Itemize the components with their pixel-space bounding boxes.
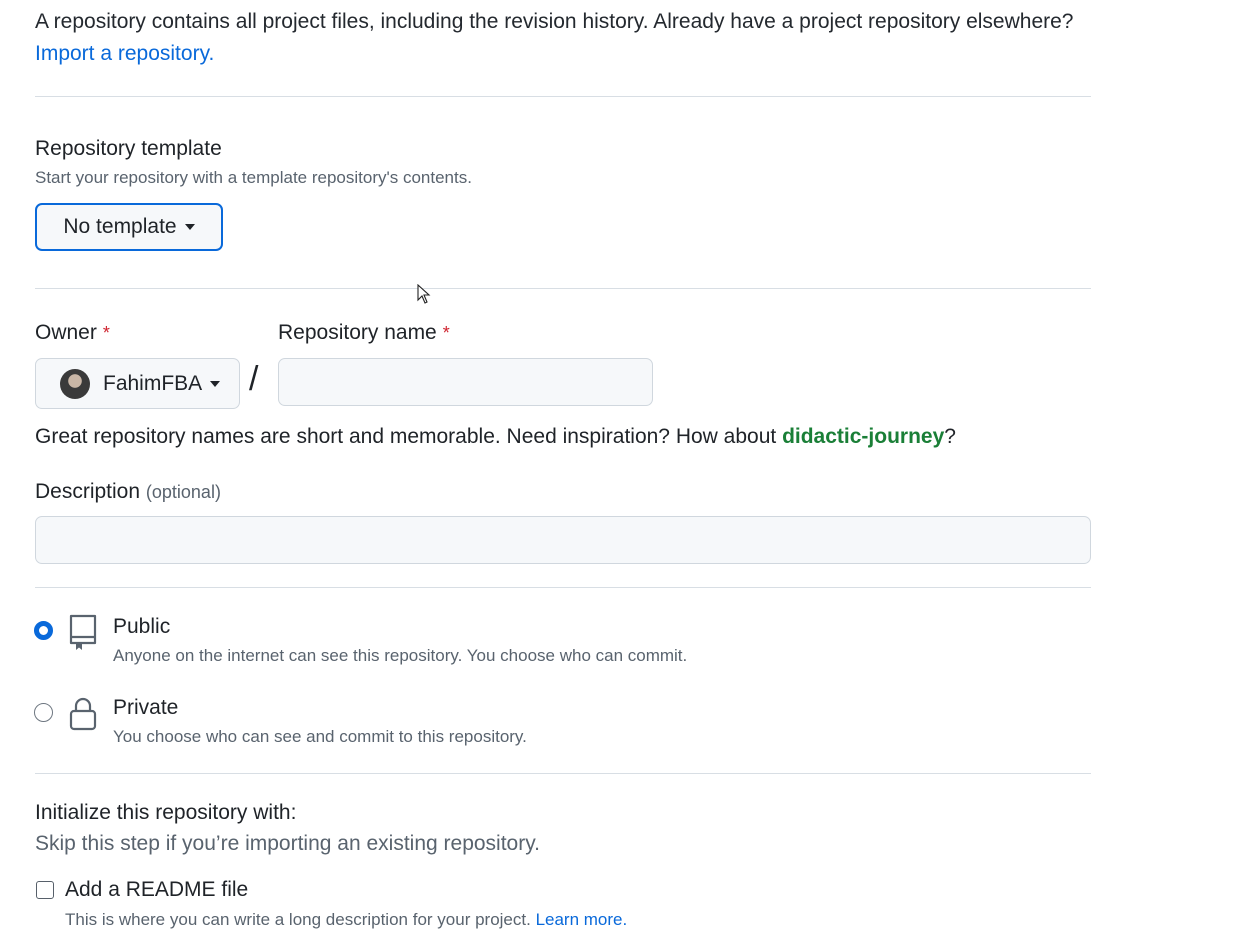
public-title: Public xyxy=(113,615,171,638)
create-repository-form: A repository contains all project files,… xyxy=(0,0,1235,945)
learn-more-link[interactable]: Learn more. xyxy=(536,910,628,929)
caret-down-icon xyxy=(210,380,221,387)
divider xyxy=(35,288,1091,289)
description-input[interactable] xyxy=(35,516,1091,564)
owner-name: FahimFBA xyxy=(103,371,203,395)
public-help: Anyone on the internet can see this repo… xyxy=(113,646,688,665)
avatar xyxy=(60,368,90,399)
required-mark: * xyxy=(442,323,450,343)
init-help: Skip this step if you’re importing an ex… xyxy=(35,832,541,855)
template-button-label: No template xyxy=(63,215,177,238)
caret-down-icon xyxy=(184,224,195,230)
description-label-text: Description xyxy=(35,480,141,503)
init-title: Initialize this repository with: xyxy=(35,801,297,824)
required-mark: * xyxy=(102,323,110,343)
mouse-cursor-icon xyxy=(417,284,431,304)
owner-label-text: Owner xyxy=(35,321,97,344)
owner-dropdown-button[interactable]: FahimFBA xyxy=(35,358,240,409)
lock-icon xyxy=(69,697,97,731)
description-label: Description (optional) xyxy=(35,480,221,504)
private-radio[interactable] xyxy=(34,703,53,722)
suggested-name-link[interactable]: didactic-journey xyxy=(782,425,944,448)
repo-name-label: Repository name * xyxy=(278,321,450,345)
add-readme-checkbox[interactable] xyxy=(36,881,54,899)
template-help: Start your repository with a template re… xyxy=(35,168,472,187)
private-title: Private xyxy=(113,696,179,719)
owner-label: Owner * xyxy=(35,321,110,345)
repository-name-input[interactable] xyxy=(278,358,653,406)
private-help: You choose who can see and commit to thi… xyxy=(113,727,527,746)
optional-tag: (optional) xyxy=(145,482,221,502)
owner-repo-separator: / xyxy=(249,360,259,398)
add-readme-label[interactable]: Add a README file xyxy=(65,878,248,902)
intro-text: A repository contains all project files,… xyxy=(35,6,1135,70)
hint-suffix: ? xyxy=(944,425,956,448)
divider xyxy=(35,587,1091,588)
import-repository-link[interactable]: Import a repository. xyxy=(35,42,214,65)
template-label: Repository template xyxy=(35,137,222,160)
divider xyxy=(35,96,1091,97)
intro-description: A repository contains all project files,… xyxy=(35,10,1074,33)
repo-name-label-text: Repository name xyxy=(278,321,437,344)
divider xyxy=(35,773,1091,774)
readme-help: This is where you can write a long descr… xyxy=(65,910,627,930)
hint-text: Great repository names are short and mem… xyxy=(35,425,783,448)
readme-help-text: This is where you can write a long descr… xyxy=(65,910,531,929)
repo-name-hint: Great repository names are short and mem… xyxy=(35,425,956,449)
public-radio[interactable] xyxy=(34,621,53,640)
repo-icon xyxy=(69,614,97,650)
template-dropdown-button[interactable]: No template xyxy=(35,203,223,251)
